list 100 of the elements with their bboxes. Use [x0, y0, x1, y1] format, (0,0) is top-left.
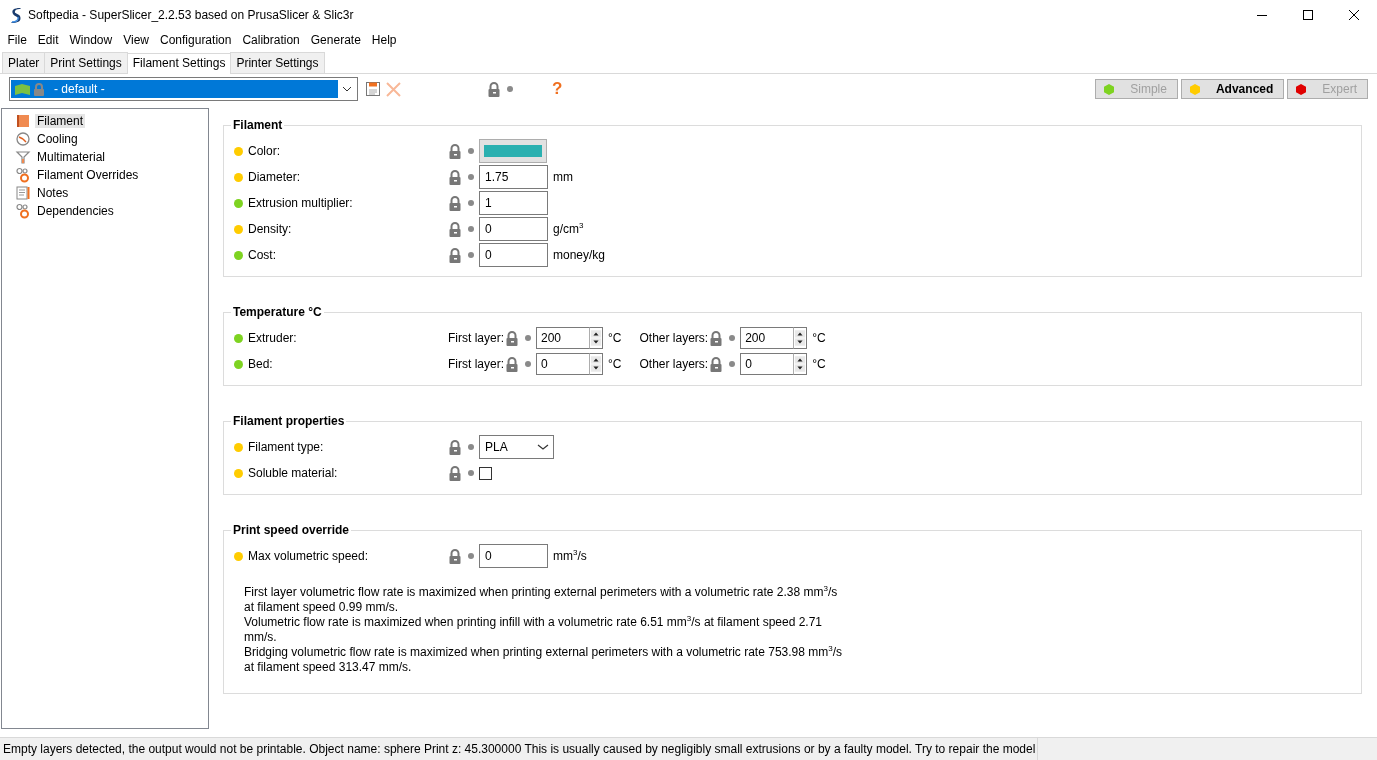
unit-label: °C [812, 331, 826, 345]
save-icon[interactable] [366, 82, 380, 96]
notes-icon [15, 185, 31, 201]
spin-arrows-icon[interactable] [793, 327, 808, 349]
funnel-icon [15, 149, 31, 165]
option-label: Soluble material: [248, 466, 338, 480]
reset-dot[interactable] [729, 361, 736, 367]
spin-arrows-icon[interactable] [589, 327, 603, 349]
checkbox[interactable] [479, 466, 492, 480]
lock-icon[interactable] [448, 548, 462, 564]
sidebar-item[interactable]: Dependencies [35, 204, 116, 218]
menu-item[interactable]: Edit [32, 33, 65, 47]
unit-label: °C [608, 357, 622, 371]
input-field[interactable]: 0 [479, 217, 548, 241]
lock-icon[interactable] [448, 247, 462, 263]
info-text: First layer volumetric flow rate is maximized when printing external perimeters with a volumetric rate 2.38 mm$^{3}$/s at filament speed 0.99 mm/s. [244, 585, 839, 615]
menu-item[interactable]: Generate [305, 33, 367, 47]
input-field[interactable]: 0 [479, 243, 548, 267]
option-label: Cost: [248, 248, 276, 262]
field-label: Other layers: [639, 357, 709, 371]
lock-icon[interactable] [487, 81, 501, 97]
color-swatch [484, 145, 542, 157]
unit-label: °C [608, 331, 622, 345]
sidebar-item[interactable]: Filament [35, 114, 85, 128]
tab[interactable]: Printer Settings [230, 52, 325, 73]
gears-icon [15, 167, 31, 183]
sidebar-item[interactable]: Multimaterial [35, 150, 107, 164]
spin-arrows-icon[interactable] [589, 353, 603, 375]
input-field[interactable]: 1.75 [479, 165, 548, 189]
sidebar-item[interactable]: Cooling [35, 132, 80, 146]
lock-icon[interactable] [448, 465, 462, 481]
option-label: Filament type: [248, 440, 324, 454]
mode-button[interactable]: Advanced [1180, 79, 1285, 99]
info-text: Bridging volumetric flow rate is maximized when printing external perimeters with a volumetric rate 753.98 mm$^{3}$/s at filament speed 313.47 mm/s. [244, 645, 844, 675]
field-label: Other layers: [639, 331, 709, 345]
lock-icon[interactable] [505, 330, 519, 346]
color-picker-button[interactable] [479, 139, 547, 163]
unit-label: mm [553, 170, 573, 184]
maximize-icon [1303, 10, 1313, 20]
menu-item[interactable]: File [2, 33, 33, 47]
group-title: Print speed override [232, 523, 351, 537]
reset-dot[interactable] [525, 335, 531, 341]
field-label: First layer: [448, 331, 504, 345]
menu-item[interactable]: Window [64, 33, 118, 47]
group-title: Temperature °C [232, 305, 323, 319]
reset-dot[interactable] [468, 470, 474, 476]
close-icon [1349, 10, 1359, 20]
flag-icon [15, 83, 30, 95]
spin-field[interactable]: 0 [740, 353, 794, 375]
sidebar-item[interactable]: Filament Overrides [35, 168, 141, 182]
type-dropdown[interactable]: PLA [479, 435, 554, 459]
spin-field[interactable]: 200 [740, 327, 794, 349]
gears-icon [15, 203, 31, 219]
reset-dot[interactable] [729, 335, 736, 341]
reset-dot[interactable] [525, 361, 531, 367]
input-field[interactable]: 0 [479, 544, 548, 568]
reset-dot[interactable] [468, 148, 474, 154]
menu-item[interactable]: View [117, 33, 155, 47]
clock-icon [15, 131, 31, 147]
reset-dot[interactable] [468, 252, 474, 258]
lock-icon[interactable] [709, 330, 724, 346]
lock-icon[interactable] [448, 169, 462, 185]
menu-item[interactable]: Calibration [236, 33, 306, 47]
reset-dot[interactable] [468, 174, 474, 180]
unit-label: °C [812, 357, 826, 371]
spin-field[interactable]: 0 [536, 353, 589, 375]
window-title: Softpedia - SuperSlicer_2.2.53 based on PrusaSlicer & Slic3r [28, 8, 355, 22]
option-label: Extruder: [248, 331, 297, 345]
lock-icon[interactable] [448, 143, 462, 159]
reset-dot[interactable] [468, 226, 474, 232]
unit-label: mm$^{3}$/s [553, 549, 587, 563]
lock-icon[interactable] [448, 221, 462, 237]
sidebar-item[interactable]: Notes [35, 186, 71, 200]
option-label: Diameter: [248, 170, 300, 184]
lock-icon[interactable] [448, 439, 462, 455]
lock-icon[interactable] [448, 195, 462, 211]
menu-item[interactable]: Configuration [154, 33, 237, 47]
reset-dot[interactable] [468, 444, 474, 450]
option-label: Bed: [248, 357, 273, 371]
info-text: Volumetric flow rate is maximized when printing infill with a volumetric rate 6.51 mm$^{3}$/s at filament speed 2.71 mm/s. [244, 615, 824, 645]
input-field[interactable]: 1 [479, 191, 548, 215]
option-label: Density: [248, 222, 292, 236]
spin-field[interactable]: 200 [536, 327, 589, 349]
group-title: Filament properties [232, 414, 346, 428]
reset-dot[interactable] [507, 86, 513, 92]
preset-dropdown[interactable]: - default - [9, 77, 358, 101]
unit-label: money/kg [553, 248, 606, 262]
menu-item[interactable]: Help [366, 33, 402, 47]
reset-dot[interactable] [468, 200, 474, 206]
tab[interactable]: Filament Settings [126, 53, 232, 74]
minimize-icon [1257, 14, 1267, 16]
tab[interactable]: Plater [2, 52, 46, 73]
option-label: Max volumetric speed: [248, 549, 369, 563]
lock-icon[interactable] [709, 356, 724, 372]
spin-arrows-icon[interactable] [793, 353, 808, 375]
tab[interactable]: Print Settings [44, 52, 128, 73]
reset-dot[interactable] [468, 553, 474, 559]
app-logo-icon [10, 7, 22, 23]
lock-icon[interactable] [505, 356, 519, 372]
lock-icon [33, 82, 45, 96]
